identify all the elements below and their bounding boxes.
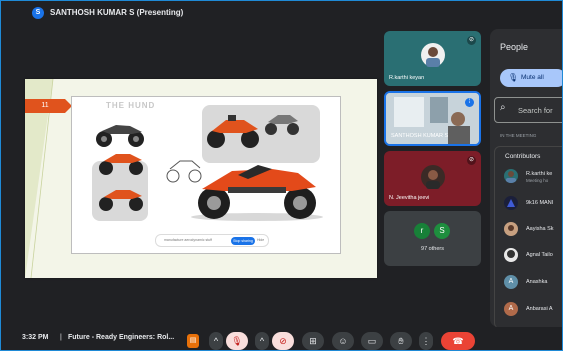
emoji-icon: ☺ <box>338 336 348 346</box>
people-panel-title: People <box>500 42 529 52</box>
others-tile[interactable]: r S 97 others <box>384 211 481 266</box>
contributors-label[interactable]: Contributors <box>505 153 540 160</box>
mute-all-button[interactable]: 🎙︎ Mute all <box>500 69 562 87</box>
tile-name: R.karthi keyan <box>389 75 425 81</box>
atv-wireframe <box>265 115 299 135</box>
participant-name: Agnal Tailo <box>526 252 553 258</box>
participant-row[interactable]: A Anbarasi A <box>504 302 562 322</box>
people-panel: People 🎙︎ Mute all ⌕ Search for IN THE M… <box>490 29 562 327</box>
hide-button[interactable]: Hide <box>257 238 264 242</box>
mic-options-chevron-up-icon[interactable]: ^ <box>209 332 223 350</box>
atv-render-small <box>207 115 259 148</box>
presenter-avatar: S <box>32 7 44 19</box>
title-separator: | <box>60 334 62 341</box>
atv-sketch-1 <box>96 125 144 147</box>
sharing-chip-text: manufacture aerodynamic stuff <box>164 238 212 242</box>
sharing-chip: manufacture aerodynamic stuff Stop shari… <box>155 234 269 247</box>
present-button[interactable]: ⊞ <box>302 332 324 350</box>
captions-icon: ▭ <box>367 336 377 346</box>
slide-number: 11 <box>25 99 65 113</box>
raise-hand-icon: ✋︎ <box>398 336 404 346</box>
mic-off-icon: 🎙︎ <box>231 336 243 346</box>
section-label: IN THE MEETING <box>500 133 537 138</box>
avatar: A <box>504 302 518 316</box>
participant-role: Meeting ho <box>526 178 549 183</box>
meeting-clock: 3:32 PM <box>22 334 49 341</box>
speaking-indicator-icon: ⁞ <box>465 98 474 107</box>
avatar: A <box>504 275 518 289</box>
presenter-label: SANTHOSH KUMAR S (Presenting) <box>50 8 184 17</box>
captions-button[interactable]: ▭ <box>361 332 383 350</box>
participant-row[interactable]: 9k16 MANI <box>504 196 562 216</box>
stop-sharing-button[interactable]: Stop sharing <box>231 236 255 245</box>
camera-off-button[interactable]: ⊘ <box>272 332 294 350</box>
mic-off-button[interactable]: 🎙︎ <box>226 332 248 350</box>
avatar <box>421 43 445 67</box>
people-search-input[interactable]: ⌕ Search for <box>494 97 562 123</box>
top-bar: S SANTHOSH KUMAR S (Presenting) <box>1 1 562 25</box>
participant-name: Anashka <box>526 279 548 285</box>
slides-icon[interactable]: ▤ <box>187 334 199 348</box>
avatar: r <box>414 223 430 239</box>
avatar: S <box>434 223 450 239</box>
end-call-icon: ☎ <box>452 336 464 346</box>
mic-off-icon: ⊘ <box>467 36 476 45</box>
mic-off-icon: 🎙︎ <box>508 73 519 82</box>
meet-window: S SANTHOSH KUMAR S (Presenting) 11 THE H… <box>0 0 563 351</box>
participant-name: Anbarasi A <box>526 306 553 312</box>
participant-row[interactable]: Agnal Tailo <box>504 248 562 268</box>
camera-off-icon: ⊘ <box>279 336 287 346</box>
presentation-slide: 11 THE HUND manufacture aerodynamic stuf… <box>25 79 377 278</box>
participant-row[interactable]: R.karthi ke Meeting ho <box>504 169 562 189</box>
people-search-placeholder: Search for <box>518 106 553 115</box>
participant-row[interactable]: Aayisha Sk <box>504 222 562 242</box>
present-icon: ⊞ <box>309 336 317 346</box>
mute-all-label: Mute all <box>521 74 544 81</box>
mic-off-icon: ⊘ <box>467 156 476 165</box>
atv-sketch-3 <box>99 190 143 211</box>
others-count: 97 others <box>421 246 444 252</box>
atv-sketch-2 <box>99 154 143 175</box>
participant-tile-2[interactable]: ⁞ SANTHOSH KUMAR S <box>384 91 481 146</box>
slide-artboard: THE HUND manufacture aerodynamic stuff S… <box>71 96 341 254</box>
bottom-bar: 3:32 PM | Future - Ready Engineers: Rol.… <box>1 327 562 350</box>
participant-row[interactable]: A Anashka <box>504 275 562 295</box>
participant-tile-1[interactable]: ⊘ R.karthi keyan <box>384 31 481 86</box>
participant-name: Aayisha Sk <box>526 226 554 232</box>
tile-name: N. Jeevitha jeevi <box>389 195 430 201</box>
contributors-section: Contributors R.karthi ke Meeting ho 9k16… <box>494 146 562 327</box>
search-icon: ⌕ <box>500 102 506 113</box>
end-call-button[interactable]: ☎ <box>441 332 475 350</box>
more-icon: ⋮ <box>421 336 431 346</box>
participant-name: R.karthi ke <box>526 171 553 177</box>
participant-tile-3[interactable]: ⊘ N. Jeevitha jeevi <box>384 151 481 206</box>
meeting-title: Future - Ready Engineers: Rol... <box>68 334 175 341</box>
avatar <box>504 248 518 262</box>
atv-render-large <box>191 165 323 221</box>
avatar <box>504 196 518 210</box>
avatar <box>504 222 518 236</box>
camera-options-chevron-up-icon[interactable]: ^ <box>255 332 269 350</box>
more-options-button[interactable]: ⋮ <box>419 332 433 350</box>
avatar <box>421 165 445 189</box>
avatar <box>504 169 518 183</box>
tile-name: SANTHOSH KUMAR S <box>391 133 449 139</box>
art-title: THE HUND <box>106 101 156 110</box>
raise-hand-button[interactable]: ✋︎ <box>390 332 412 350</box>
emoji-button[interactable]: ☺ <box>332 332 354 350</box>
participant-name: 9k16 MANI <box>526 200 554 206</box>
